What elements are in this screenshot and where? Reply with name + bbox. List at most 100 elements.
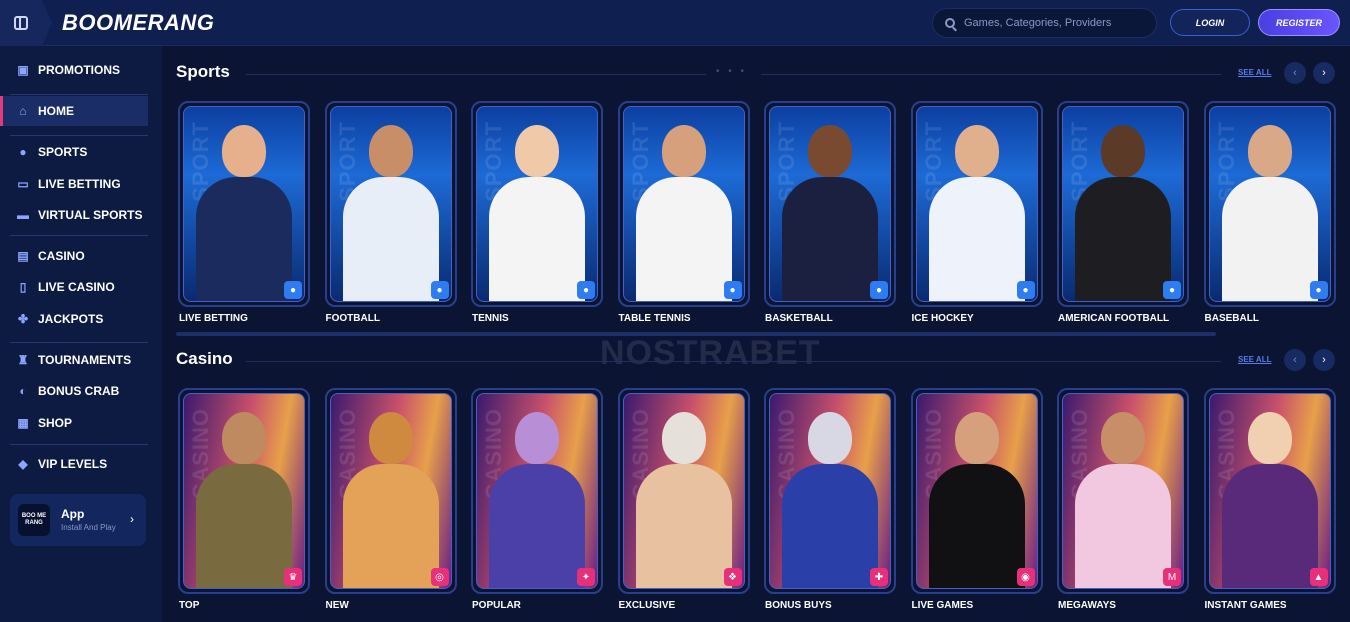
sidebar-item-label: TOURNAMENTS xyxy=(38,353,132,367)
card-artwork: CASINO xyxy=(622,393,745,589)
card-label[interactable]: MEGAWAYS xyxy=(1058,600,1116,611)
category-badge-icon: ▲ xyxy=(1309,568,1328,586)
nav-divider xyxy=(10,342,148,343)
category-badge-icon: ● xyxy=(284,281,302,299)
character-figure xyxy=(928,177,1025,301)
sidebar-item-live-betting[interactable]: ▭ LIVE BETTING xyxy=(0,169,148,199)
character-head xyxy=(661,125,706,177)
card-label[interactable]: EXCLUSIVE xyxy=(619,600,676,611)
sidebar-item-shop[interactable]: ▦ SHOP xyxy=(0,408,148,438)
sports-category-card[interactable]: SPORT ● xyxy=(1057,101,1189,307)
sports-category-card[interactable]: SPORT ● xyxy=(764,101,896,307)
casino-category-card[interactable]: CASINO ▲ xyxy=(1203,388,1336,594)
casino-category-card[interactable]: CASINO ◉ xyxy=(910,388,1043,594)
carousel-next-button[interactable]: › xyxy=(1313,62,1335,84)
sidebar-item-vip-levels[interactable]: ◆ VIP LEVELS xyxy=(0,449,148,479)
sidebar-toggle-icon xyxy=(14,16,28,30)
card-label[interactable]: ICE HOCKEY xyxy=(912,313,974,324)
section-title-casino: Casino xyxy=(176,349,233,368)
casino-category-card[interactable]: CASINO ◎ xyxy=(324,388,457,594)
gift-icon: ▣ xyxy=(17,63,29,77)
category-badge-icon: ● xyxy=(577,281,595,299)
sports-category-card[interactable]: SPORT ● xyxy=(471,101,603,307)
card-label[interactable]: BASKETBALL xyxy=(765,313,833,324)
character-figure xyxy=(196,464,292,588)
carousel-prev-button[interactable]: ‹ xyxy=(1284,349,1306,371)
register-button[interactable]: REGISTER xyxy=(1258,9,1340,36)
brand-logo[interactable]: BOOMERANG xyxy=(62,10,214,36)
card-label[interactable]: AMERICAN FOOTBALL xyxy=(1058,313,1169,324)
card-label[interactable]: BONUS BUYS xyxy=(765,600,832,611)
sidebar-item-home[interactable]: ⌂ HOME xyxy=(0,96,148,126)
casino-category-card[interactable]: CASINO M xyxy=(1057,388,1189,594)
character-head xyxy=(368,412,413,464)
category-badge-icon: ✦ xyxy=(577,568,595,586)
card-label[interactable]: BASEBALL xyxy=(1205,313,1259,324)
character-head xyxy=(808,125,852,177)
sidebar-item-casino[interactable]: ▤ CASINO xyxy=(0,241,148,271)
casino-category-card[interactable]: CASINO ♛ xyxy=(178,388,310,594)
casino-category-card[interactable]: CASINO ❖ xyxy=(617,388,750,594)
see-all-link-sports[interactable]: SEE ALL xyxy=(1238,68,1271,77)
card-label[interactable]: NEW xyxy=(326,600,349,611)
sports-category-card[interactable]: SPORT ● xyxy=(910,101,1043,307)
sidebar-item-label: VIRTUAL SPORTS xyxy=(38,208,143,222)
sidebar-item-label: LIVE CASINO xyxy=(38,280,115,294)
sports-category-card[interactable]: SPORT ● xyxy=(1203,101,1336,307)
sidebar-item-jackpots[interactable]: ✤ JACKPOTS xyxy=(0,304,148,334)
card-label[interactable]: LIVE GAMES xyxy=(912,600,974,611)
character-figure xyxy=(635,464,732,588)
card-label[interactable]: POPULAR xyxy=(472,600,521,611)
card-artwork: CASINO xyxy=(1208,393,1331,589)
sidebar-toggle-button[interactable] xyxy=(0,0,52,46)
card-label[interactable]: INSTANT GAMES xyxy=(1205,600,1287,611)
category-badge-icon: ❖ xyxy=(723,568,742,586)
diamond-icon: ◆ xyxy=(18,457,28,471)
card-label[interactable]: TABLE TENNIS xyxy=(619,313,691,324)
see-all-link-casino[interactable]: SEE ALL xyxy=(1238,355,1271,364)
character-figure xyxy=(1221,464,1318,588)
carousel-prev-button[interactable]: ‹ xyxy=(1284,62,1306,84)
sidebar-item-tournaments[interactable]: ♜ TOURNAMENTS xyxy=(0,345,148,375)
search-icon xyxy=(945,18,955,28)
divider xyxy=(246,74,706,75)
sports-category-card[interactable]: SPORT ● xyxy=(178,101,310,307)
sports-category-card[interactable]: SPORT ● xyxy=(324,101,457,307)
card-artwork: SPORT xyxy=(476,106,598,302)
card-label[interactable]: LIVE BETTING xyxy=(179,313,248,324)
character-figure xyxy=(342,464,439,588)
sidebar-item-label: SHOP xyxy=(38,416,73,430)
sports-category-card[interactable]: SPORT ● xyxy=(617,101,750,307)
category-badge-icon: ● xyxy=(430,281,449,299)
card-label[interactable]: TOP xyxy=(179,600,199,611)
sidebar-item-label: HOME xyxy=(38,104,74,118)
basket-icon: ▦ xyxy=(17,416,29,430)
login-button[interactable]: LOGIN xyxy=(1170,9,1250,36)
card-artwork: SPORT xyxy=(1208,106,1331,302)
character-head xyxy=(222,125,266,177)
sidebar-item-label: CASINO xyxy=(38,249,85,263)
card-label[interactable]: TENNIS xyxy=(472,313,509,324)
search-input[interactable] xyxy=(964,17,1144,29)
sidebar-item-virtual-sports[interactable]: ▬ VIRTUAL SPORTS xyxy=(0,200,148,230)
character-head xyxy=(1247,412,1292,464)
character-figure xyxy=(635,177,732,301)
category-badge-icon: ● xyxy=(723,281,742,299)
sidebar-item-bonus-crab[interactable]: ◐ BONUS CRAB xyxy=(0,376,148,406)
sidebar-item-label: VIP LEVELS xyxy=(38,457,108,471)
card-artwork: CASINO xyxy=(1062,393,1184,589)
sidebar-item-sports[interactable]: ● SPORTS xyxy=(0,137,148,167)
carousel-next-button[interactable]: › xyxy=(1313,349,1335,371)
character-figure xyxy=(782,177,878,301)
category-badge-icon: ● xyxy=(1016,281,1035,299)
category-badge-icon: M xyxy=(1163,568,1181,586)
sidebar-item-promotions[interactable]: ▣ PROMOTIONS xyxy=(0,55,148,85)
card-artwork: SPORT xyxy=(183,106,305,302)
sidebar-item-live-casino[interactable]: ▯ LIVE CASINO xyxy=(0,272,148,302)
character-figure xyxy=(342,177,439,301)
casino-category-card[interactable]: CASINO ✦ xyxy=(471,388,603,594)
app-download-card[interactable]: BOO ME RANG App Install And Play › xyxy=(10,494,146,546)
casino-category-card[interactable]: CASINO ✚ xyxy=(764,388,896,594)
card-label[interactable]: FOOTBALL xyxy=(326,313,380,324)
search-box[interactable] xyxy=(932,8,1157,38)
